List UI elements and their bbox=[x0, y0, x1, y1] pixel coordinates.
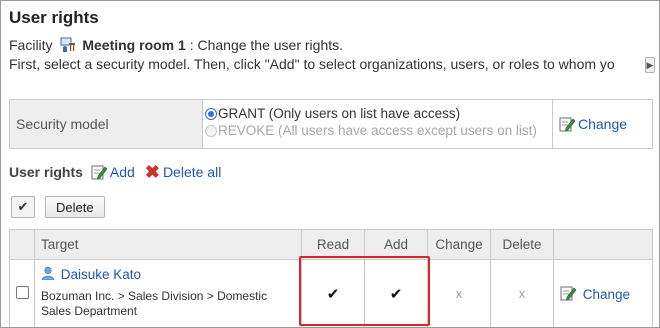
facility-suffix: : Change the user rights. bbox=[189, 37, 344, 53]
user-link[interactable]: Daisuke Kato bbox=[61, 267, 141, 282]
edit-icon bbox=[559, 116, 576, 132]
user-icon bbox=[41, 266, 55, 281]
user-rights-label: User rights bbox=[9, 164, 83, 180]
revoke-label: REVOKE (All users have access except use… bbox=[218, 123, 537, 138]
delete-cell: x bbox=[490, 259, 554, 327]
row-checkbox[interactable] bbox=[15, 285, 29, 299]
add-icon[interactable] bbox=[91, 164, 108, 180]
user-rights-table: Target Read Add Change Delete Daisuke Ka… bbox=[9, 229, 653, 327]
grant-label: GRANT (Only users on list have access) bbox=[218, 106, 461, 121]
instruction-text: First, select a security model. Then, cl… bbox=[9, 56, 615, 72]
check-all-button[interactable]: ✔ bbox=[11, 196, 35, 218]
change-x-icon: x bbox=[455, 286, 463, 301]
user-rights-header: User rights Add ✖ Delete all bbox=[9, 163, 221, 181]
row-action-cell: Change bbox=[553, 259, 653, 327]
add-cell: ✔ bbox=[364, 259, 428, 327]
read-cell: ✔ bbox=[301, 259, 365, 327]
department-path: Bozuman Inc. > Sales Division > Domestic… bbox=[41, 289, 268, 318]
row-check-cell bbox=[9, 259, 35, 327]
row-target-cell: Daisuke Kato Bozuman Inc. > Sales Divisi… bbox=[34, 259, 302, 327]
security-model-options: GRANT (Only users on list have access) R… bbox=[203, 100, 553, 148]
facility-line: Facility Meeting room 1 : Change the use… bbox=[9, 37, 343, 53]
add-link[interactable]: Add bbox=[110, 164, 135, 180]
delete-x-icon: x bbox=[518, 286, 526, 301]
read-check-icon: ✔ bbox=[326, 285, 340, 303]
row-change-link[interactable]: Change bbox=[583, 287, 630, 302]
delete-all-link[interactable]: Delete all bbox=[163, 164, 221, 180]
scroll-right-icon[interactable]: ▶ bbox=[645, 57, 655, 73]
user-rights-window: User rights Facility Meeting room 1 : Ch… bbox=[0, 0, 660, 328]
page-title: User rights bbox=[9, 8, 99, 27]
security-change-cell: Change bbox=[553, 100, 652, 148]
facility-prefix: Facility bbox=[9, 37, 53, 53]
meeting-room-icon bbox=[60, 37, 76, 52]
facility-name: Meeting room 1 bbox=[82, 37, 186, 53]
header-read: Read bbox=[301, 229, 365, 260]
delete-all-icon[interactable]: ✖ bbox=[145, 163, 160, 181]
table-row: Daisuke Kato Bozuman Inc. > Sales Divisi… bbox=[9, 259, 653, 327]
header-action bbox=[553, 229, 653, 260]
header-delete: Delete bbox=[490, 229, 554, 260]
rights-toolbar: ✔ Delete bbox=[11, 196, 105, 218]
header-check bbox=[9, 229, 35, 260]
header-target: Target bbox=[34, 229, 302, 260]
change-cell: x bbox=[427, 259, 491, 327]
grant-radio[interactable] bbox=[205, 107, 217, 120]
security-model-label: Security model bbox=[10, 100, 203, 148]
grant-option[interactable]: GRANT (Only users on list have access) bbox=[205, 105, 552, 122]
row-edit-icon bbox=[560, 285, 577, 301]
revoke-radio bbox=[205, 124, 217, 137]
security-change-link[interactable]: Change bbox=[578, 116, 627, 132]
table-header-row: Target Read Add Change Delete bbox=[9, 229, 653, 260]
revoke-option: REVOKE (All users have access except use… bbox=[205, 122, 552, 139]
security-model-table: Security model GRANT (Only users on list… bbox=[9, 99, 653, 149]
header-change: Change bbox=[427, 229, 491, 260]
header-add: Add bbox=[364, 229, 428, 260]
add-check-icon: ✔ bbox=[389, 285, 403, 303]
delete-button[interactable]: Delete bbox=[45, 196, 105, 218]
